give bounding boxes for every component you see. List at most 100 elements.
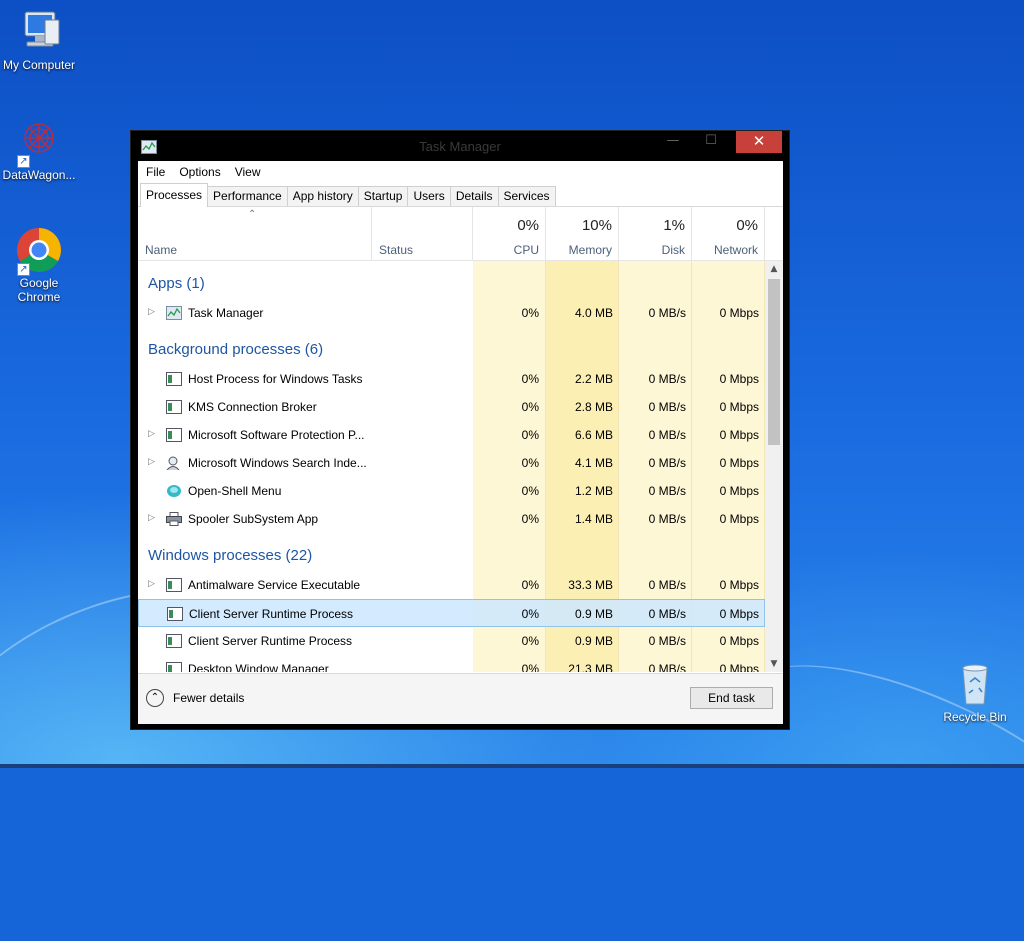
- expand-arrow-icon[interactable]: ▷: [148, 512, 155, 523]
- memory-value: 4.0 MB: [574, 306, 613, 320]
- tab-details[interactable]: Details: [449, 186, 499, 206]
- disk-value: 0 MB/s: [648, 578, 686, 592]
- column-header-status[interactable]: Status: [372, 207, 473, 261]
- tab-performance[interactable]: Performance: [207, 186, 288, 206]
- process-row-selected[interactable]: Client Server Runtime Process 0% 0.9 MB …: [138, 599, 765, 627]
- menu-options[interactable]: Options: [179, 165, 220, 179]
- close-button[interactable]: ✕: [736, 131, 782, 153]
- disk-value: 0 MB/s: [648, 372, 686, 386]
- desktop-icon-my-computer[interactable]: My Computer: [0, 8, 81, 72]
- process-name: Spooler SubSystem App: [188, 512, 319, 526]
- process-name: Task Manager: [188, 306, 264, 320]
- process-name: Client Server Runtime Process: [189, 607, 354, 621]
- generic-process-icon: [166, 372, 182, 386]
- tab-app-history[interactable]: App history: [286, 186, 359, 206]
- memory-value: 0.9 MB: [574, 634, 613, 648]
- disk-value: 0 MB/s: [648, 634, 686, 648]
- minimize-button[interactable]: —: [658, 131, 688, 153]
- expand-arrow-icon[interactable]: ▷: [148, 456, 155, 467]
- search-indexer-icon: [166, 456, 182, 471]
- expand-arrow-icon[interactable]: ▷: [148, 578, 155, 589]
- process-row[interactable]: Host Process for Windows Tasks 0% 2.2 MB…: [138, 365, 765, 393]
- network-value: 0 Mbps: [719, 484, 759, 498]
- memory-value: 33.3 MB: [568, 578, 613, 592]
- cpu-value: 0%: [521, 634, 539, 648]
- tab-users[interactable]: Users: [407, 186, 451, 206]
- vertical-scrollbar[interactable]: ▲ ▼: [765, 261, 783, 672]
- window-client: File Options View Processes Performance …: [138, 161, 783, 724]
- end-task-button[interactable]: End task: [690, 687, 773, 709]
- footer-bar: ⌃ Fewer details End task: [138, 673, 783, 724]
- memory-value: 2.8 MB: [574, 400, 613, 414]
- desktop-icon-datawagon[interactable]: ↗ DataWagon...: [0, 118, 81, 182]
- process-row[interactable]: KMS Connection Broker 0% 2.8 MB 0 MB/s 0…: [138, 393, 765, 421]
- network-value: 0 Mbps: [719, 456, 759, 470]
- desktop-icon-google-chrome[interactable]: ↗ Google Chrome: [0, 226, 81, 304]
- desktop-icon-label: My Computer: [2, 58, 76, 72]
- column-header-name[interactable]: ⌃ Name: [138, 207, 372, 261]
- network-value: 0 Mbps: [719, 578, 759, 592]
- network-value: 0 Mbps: [719, 306, 759, 320]
- disk-value: 0 MB/s: [648, 400, 686, 414]
- network-total: 0%: [736, 217, 758, 234]
- computer-icon: [15, 8, 63, 56]
- chrome-icon: ↗: [15, 226, 63, 276]
- generic-process-icon: [166, 662, 182, 672]
- scroll-up-arrow-icon[interactable]: ▲: [765, 261, 783, 277]
- cpu-value: 0%: [521, 428, 539, 442]
- disk-value: 0 MB/s: [648, 512, 686, 526]
- column-header-memory[interactable]: 10% Memory: [546, 207, 619, 261]
- tab-startup[interactable]: Startup: [357, 186, 409, 206]
- tab-services[interactable]: Services: [497, 186, 556, 206]
- cpu-value: 0%: [521, 306, 539, 320]
- cpu-value: 0%: [521, 372, 539, 386]
- memory-value: 21.3 MB: [568, 662, 613, 672]
- process-row[interactable]: Desktop Window Manager 0% 21.3 MB 0 MB/s…: [138, 655, 765, 672]
- cpu-value: 0%: [521, 578, 539, 592]
- desktop-icon-recycle-bin[interactable]: Recycle Bin: [933, 660, 1017, 724]
- process-row[interactable]: ▷ Microsoft Windows Search Inde... 0% 4.…: [138, 449, 765, 477]
- process-row[interactable]: ▷ Antimalware Service Executable 0% 33.3…: [138, 571, 765, 599]
- cpu-value: 0%: [521, 484, 539, 498]
- network-value: 0 Mbps: [719, 607, 759, 621]
- cpu-value: 0%: [521, 400, 539, 414]
- process-row[interactable]: ▷ Microsoft Software Protection P... 0% …: [138, 421, 765, 449]
- window-title: Task Manager: [419, 139, 501, 154]
- desktop-icon-label: Recycle Bin: [943, 710, 1007, 724]
- cpu-value: 0%: [521, 607, 539, 621]
- printer-icon: [166, 512, 182, 526]
- network-value: 0 Mbps: [719, 400, 759, 414]
- network-value: 0 Mbps: [719, 428, 759, 442]
- disk-value: 0 MB/s: [648, 306, 686, 320]
- column-header-disk[interactable]: 1% Disk: [619, 207, 692, 261]
- tab-processes[interactable]: Processes: [140, 183, 209, 207]
- fewer-details-button[interactable]: ⌃ Fewer details: [146, 689, 244, 707]
- maximize-button[interactable]: ☐: [696, 131, 726, 153]
- cpu-value: 0%: [521, 456, 539, 470]
- menu-view[interactable]: View: [235, 165, 261, 179]
- process-row[interactable]: ▷ Spooler SubSystem App 0% 1.4 MB 0 MB/s…: [138, 505, 765, 533]
- scroll-down-arrow-icon[interactable]: ▼: [765, 656, 783, 672]
- menu-bar: File Options View: [138, 161, 783, 183]
- column-header-cpu[interactable]: 0% CPU: [473, 207, 546, 261]
- group-header-apps: Apps (1): [148, 275, 205, 292]
- cpu-value: 0%: [521, 662, 539, 672]
- chevron-up-icon: ⌃: [146, 689, 164, 707]
- expand-arrow-icon[interactable]: ▷: [148, 306, 155, 317]
- menu-file[interactable]: File: [146, 165, 165, 179]
- shortcut-arrow-icon: ↗: [17, 155, 30, 168]
- process-row[interactable]: Open-Shell Menu 0% 1.2 MB 0 MB/s 0 Mbps: [138, 477, 765, 505]
- expand-arrow-icon[interactable]: ▷: [148, 428, 155, 439]
- memory-value: 1.4 MB: [574, 512, 613, 526]
- title-bar[interactable]: Task Manager — ☐ ✕: [131, 131, 789, 161]
- taskbar[interactable]: [0, 764, 1024, 768]
- process-name: Antimalware Service Executable: [188, 578, 361, 592]
- disk-value: 0 MB/s: [648, 428, 686, 442]
- memory-value: 2.2 MB: [574, 372, 613, 386]
- column-header-network[interactable]: 0% Network: [692, 207, 765, 261]
- disk-value: 0 MB/s: [648, 607, 686, 621]
- scrollbar-thumb[interactable]: [768, 279, 780, 445]
- process-row[interactable]: ▷ Task Manager 0% 4.0 MB 0 MB/s 0 Mbps: [138, 299, 765, 327]
- process-row[interactable]: Client Server Runtime Process 0% 0.9 MB …: [138, 627, 765, 655]
- generic-process-icon: [166, 634, 182, 648]
